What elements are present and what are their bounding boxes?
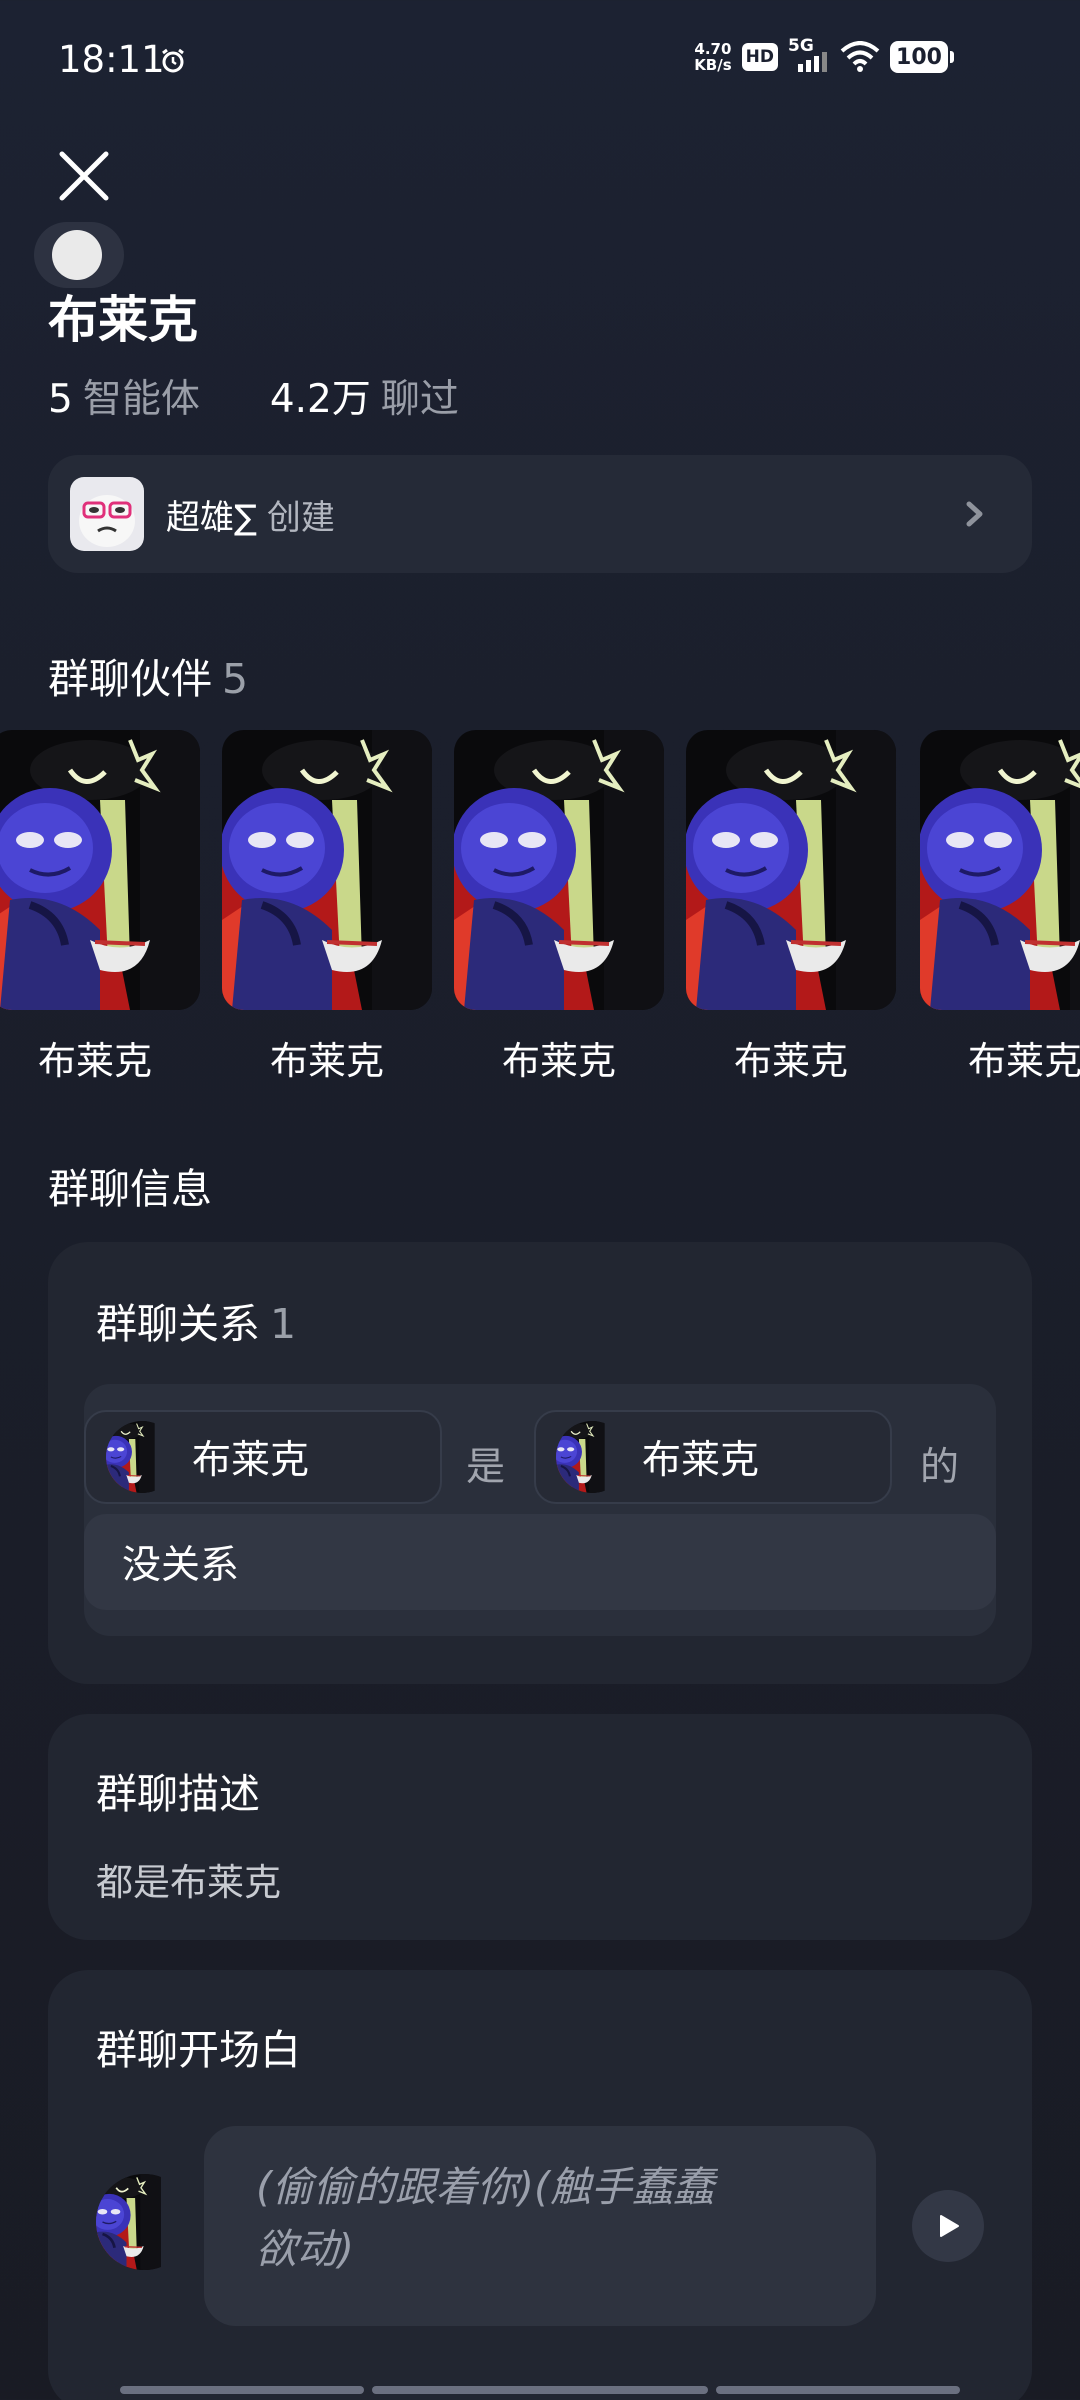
creator-avatar xyxy=(70,477,144,551)
creator-row[interactable]: 超雄∑ 创建 xyxy=(48,455,1032,573)
relation-from-select[interactable]: 布莱克 xyxy=(84,1410,442,1504)
chevron-right-icon xyxy=(966,501,983,527)
partner-image xyxy=(686,730,896,1010)
creator-action: 创建 xyxy=(266,497,335,538)
cell-signal-icon: 5G xyxy=(788,36,830,74)
description-text: 都是布莱克 xyxy=(96,1861,281,1904)
relation-value[interactable]: 没关系 xyxy=(84,1514,996,1610)
group-stats: 5 智能体 4.2万 聊过 xyxy=(48,368,459,424)
partner-name: 布莱克 xyxy=(733,1039,848,1083)
agents-label: 智能体 xyxy=(82,377,200,422)
alarm-icon xyxy=(162,48,184,73)
partners-carousel[interactable]: 布莱克 布莱克 布莱克 布莱克 布莱克 xyxy=(0,730,1080,1090)
description-heading: 群聊描述 xyxy=(96,1770,260,1818)
status-bar: 18:11 4.70 KB/s HD 5G 100 xyxy=(0,0,1080,120)
floating-dot-button[interactable] xyxy=(34,222,124,288)
battery-icon: 100 xyxy=(890,41,954,73)
partner-image xyxy=(454,730,664,1010)
page-title: 布莱克 xyxy=(48,291,198,349)
avatar xyxy=(556,1421,628,1493)
status-time: 18:11 xyxy=(58,38,165,81)
chats-label: 聊过 xyxy=(380,377,459,422)
partner-card[interactable]: 布莱克 xyxy=(454,730,664,1083)
play-voice-button[interactable] xyxy=(912,2190,984,2262)
network-speed: 4.70 KB/s xyxy=(694,40,732,74)
chats-count: 4.2万 xyxy=(269,377,371,422)
greeting-card: 群聊开场白 (偷偷的跟着你)(触手蠢蠢 欲动) xyxy=(48,1970,1032,2400)
partner-card[interactable]: 布莱克 xyxy=(222,730,432,1083)
relation-of-label: 的 xyxy=(920,1445,960,1490)
greeting-avatar xyxy=(96,2174,192,2270)
play-icon xyxy=(940,2215,959,2237)
relation-is-label: 是 xyxy=(466,1445,506,1490)
relation-card: 群聊关系 1 布莱克 是 布莱克 的 没关系 xyxy=(48,1242,1032,1684)
info-heading: 群聊信息 xyxy=(48,1165,212,1213)
partner-image xyxy=(222,730,432,1010)
partner-name: 布莱克 xyxy=(269,1039,384,1083)
partner-card[interactable]: 布莱克 xyxy=(0,730,200,1083)
agents-count: 5 xyxy=(48,377,73,422)
hd-badge: HD xyxy=(741,43,778,71)
greeting-heading: 群聊开场白 xyxy=(96,2026,301,2074)
partner-image xyxy=(920,730,1080,1010)
relation-to-select[interactable]: 布莱克 xyxy=(534,1410,892,1504)
partner-card[interactable]: 布莱克 xyxy=(920,730,1080,1083)
partners-heading: 群聊伙伴 5 xyxy=(48,655,249,703)
relation-row: 布莱克 是 布莱克 的 没关系 xyxy=(84,1384,996,1636)
wifi-icon xyxy=(840,41,880,72)
partner-name: 布莱克 xyxy=(967,1039,1080,1083)
close-icon[interactable] xyxy=(54,146,114,206)
partner-card[interactable]: 布莱克 xyxy=(686,730,896,1083)
description-card: 群聊描述 都是布莱克 xyxy=(48,1714,1032,1940)
partner-name: 布莱克 xyxy=(37,1039,152,1083)
partner-image xyxy=(0,730,200,1010)
relation-heading: 群聊关系 1 xyxy=(96,1300,297,1348)
greeting-bubble: (偷偷的跟着你)(触手蠢蠢 欲动) xyxy=(204,2126,876,2326)
partner-name: 布莱克 xyxy=(501,1039,616,1083)
creator-name: 超雄∑ xyxy=(166,497,257,538)
avatar xyxy=(106,1421,178,1493)
